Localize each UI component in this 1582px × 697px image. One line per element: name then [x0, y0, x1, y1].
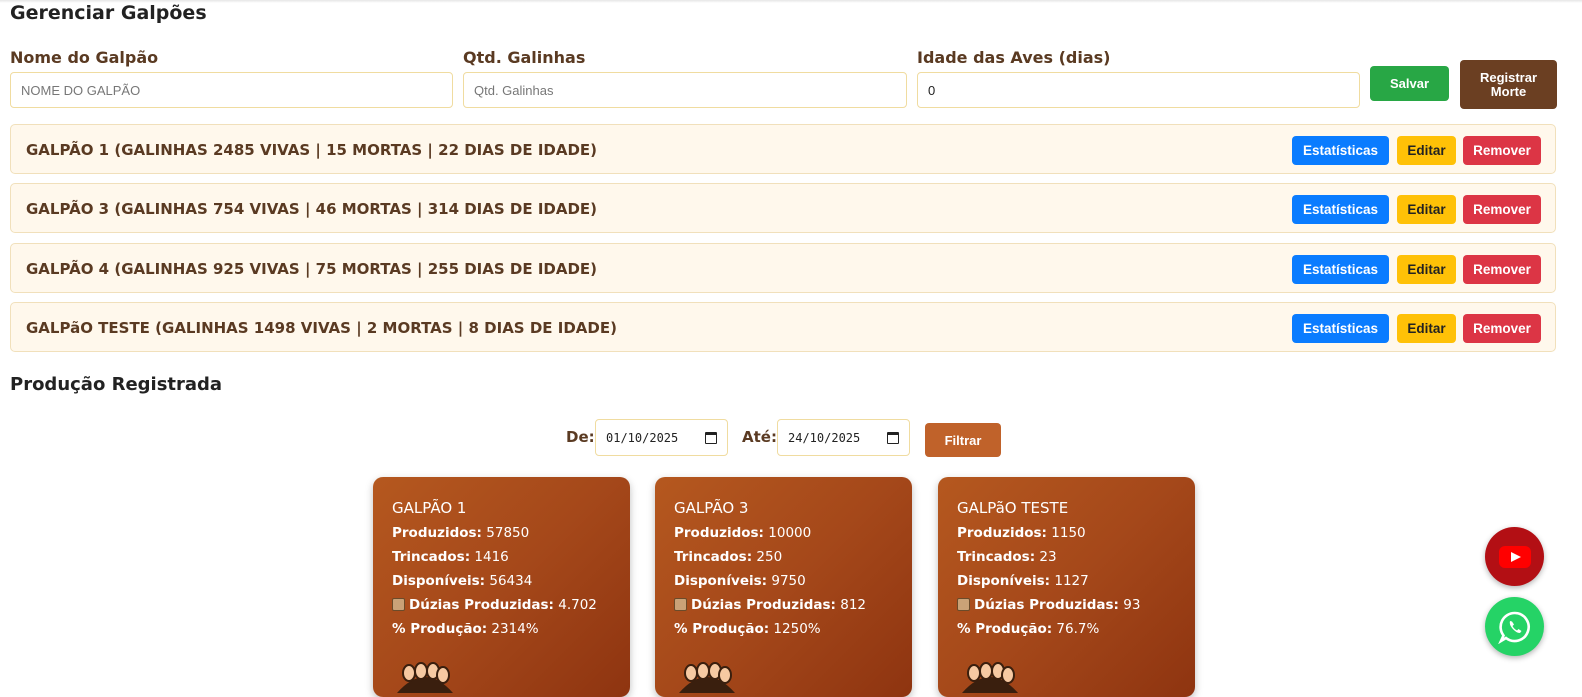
shed-name-label: Nome do Galpão	[10, 48, 159, 67]
percent-line: % Produção: 1250%	[674, 621, 821, 637]
percent-line: % Produção: 76.7%	[957, 621, 1100, 637]
stats-button[interactable]: Estatísticas	[1292, 195, 1389, 224]
available-line: Disponíveis: 1127	[957, 573, 1089, 589]
stats-button[interactable]: Estatísticas	[1292, 136, 1389, 165]
available-line: Disponíveis: 56434	[392, 573, 533, 589]
card-title: GALPÃO 1	[392, 499, 467, 517]
production-card: GALPÃO 1 Produzidos: 57850 Trincados: 14…	[373, 477, 630, 697]
production-card: GALPÃO 3 Produzidos: 10000 Trincados: 25…	[655, 477, 912, 697]
calendar-icon[interactable]	[705, 431, 717, 444]
bird-age-label: Idade das Aves (dias)	[917, 48, 1111, 67]
shed-row-text: GALPãO TESTE (GALINHAS 1498 VIVAS | 2 MO…	[26, 319, 617, 337]
egg-tray-icon	[962, 662, 1018, 693]
cracked-line: Trincados: 1416	[392, 549, 509, 565]
remove-button[interactable]: Remover	[1463, 136, 1541, 165]
production-card: GALPãO TESTE Produzidos: 1150 Trincados:…	[938, 477, 1195, 697]
card-title: GALPÃO 3	[674, 499, 749, 517]
cracked-line: Trincados: 23	[957, 549, 1057, 565]
page-title: Gerenciar Galpões	[10, 2, 207, 24]
egg-crate-icon	[957, 598, 970, 611]
shed-row: GALPÃO 3 (GALINHAS 754 VIVAS | 46 MORTAS…	[10, 183, 1556, 233]
to-date-input[interactable]: 24/10/2025	[777, 419, 910, 456]
egg-crate-icon	[674, 598, 687, 611]
cracked-line: Trincados: 250	[674, 549, 783, 565]
egg-crate-icon	[392, 598, 405, 611]
from-date-value: 01/10/2025	[606, 430, 679, 445]
calendar-icon[interactable]	[887, 431, 899, 444]
production-title: Produção Registrada	[10, 374, 223, 395]
percent-line: % Produção: 2314%	[392, 621, 539, 637]
hen-qty-input[interactable]	[463, 72, 907, 108]
stats-button[interactable]: Estatísticas	[1292, 255, 1389, 284]
edit-button[interactable]: Editar	[1397, 195, 1456, 224]
edit-button[interactable]: Editar	[1397, 136, 1456, 165]
edit-button[interactable]: Editar	[1397, 255, 1456, 284]
dozens-line: Dúzias Produzidas: 4.702	[392, 597, 597, 613]
shed-row: GALPÃO 4 (GALINHAS 925 VIVAS | 75 MORTAS…	[10, 243, 1556, 293]
shed-name-input[interactable]	[10, 72, 453, 108]
produced-line: Produzidos: 57850	[392, 525, 530, 541]
shed-row-text: GALPÃO 4 (GALINHAS 925 VIVAS | 75 MORTAS…	[26, 260, 598, 278]
whatsapp-icon	[1497, 611, 1530, 644]
available-line: Disponíveis: 9750	[674, 573, 806, 589]
shed-row-text: GALPÃO 1 (GALINHAS 2485 VIVAS | 15 MORTA…	[26, 141, 598, 159]
bird-age-input[interactable]	[917, 72, 1360, 108]
edit-button[interactable]: Editar	[1397, 314, 1456, 343]
to-date-label: Até:	[742, 428, 777, 446]
remove-button[interactable]: Remover	[1463, 195, 1541, 224]
youtube-icon	[1498, 545, 1531, 568]
filter-button[interactable]: Filtrar	[925, 423, 1001, 457]
from-date-label: De:	[566, 428, 595, 446]
register-death-button[interactable]: Registrar Morte	[1460, 60, 1557, 109]
save-button[interactable]: Salvar	[1370, 66, 1449, 101]
shed-row: GALPãO TESTE (GALINHAS 1498 VIVAS | 2 MO…	[10, 302, 1556, 352]
egg-tray-icon	[397, 662, 453, 693]
whatsapp-button[interactable]	[1485, 597, 1544, 656]
produced-line: Produzidos: 10000	[674, 525, 812, 541]
dozens-line: Dúzias Produzidas: 812	[674, 597, 866, 613]
shed-row-text: GALPÃO 3 (GALINHAS 754 VIVAS | 46 MORTAS…	[26, 200, 598, 218]
remove-button[interactable]: Remover	[1463, 255, 1541, 284]
top-shadow	[0, 0, 1582, 3]
dozens-line: Dúzias Produzidas: 93	[957, 597, 1140, 613]
youtube-button[interactable]	[1485, 527, 1544, 586]
egg-tray-icon	[679, 662, 735, 693]
produced-line: Produzidos: 1150	[957, 525, 1086, 541]
shed-row: GALPÃO 1 (GALINHAS 2485 VIVAS | 15 MORTA…	[10, 124, 1556, 174]
card-title: GALPãO TESTE	[957, 499, 1069, 517]
from-date-input[interactable]: 01/10/2025	[595, 419, 728, 456]
to-date-value: 24/10/2025	[788, 430, 861, 445]
remove-button[interactable]: Remover	[1463, 314, 1541, 343]
stats-button[interactable]: Estatísticas	[1292, 314, 1389, 343]
hen-qty-label: Qtd. Galinhas	[463, 48, 586, 67]
